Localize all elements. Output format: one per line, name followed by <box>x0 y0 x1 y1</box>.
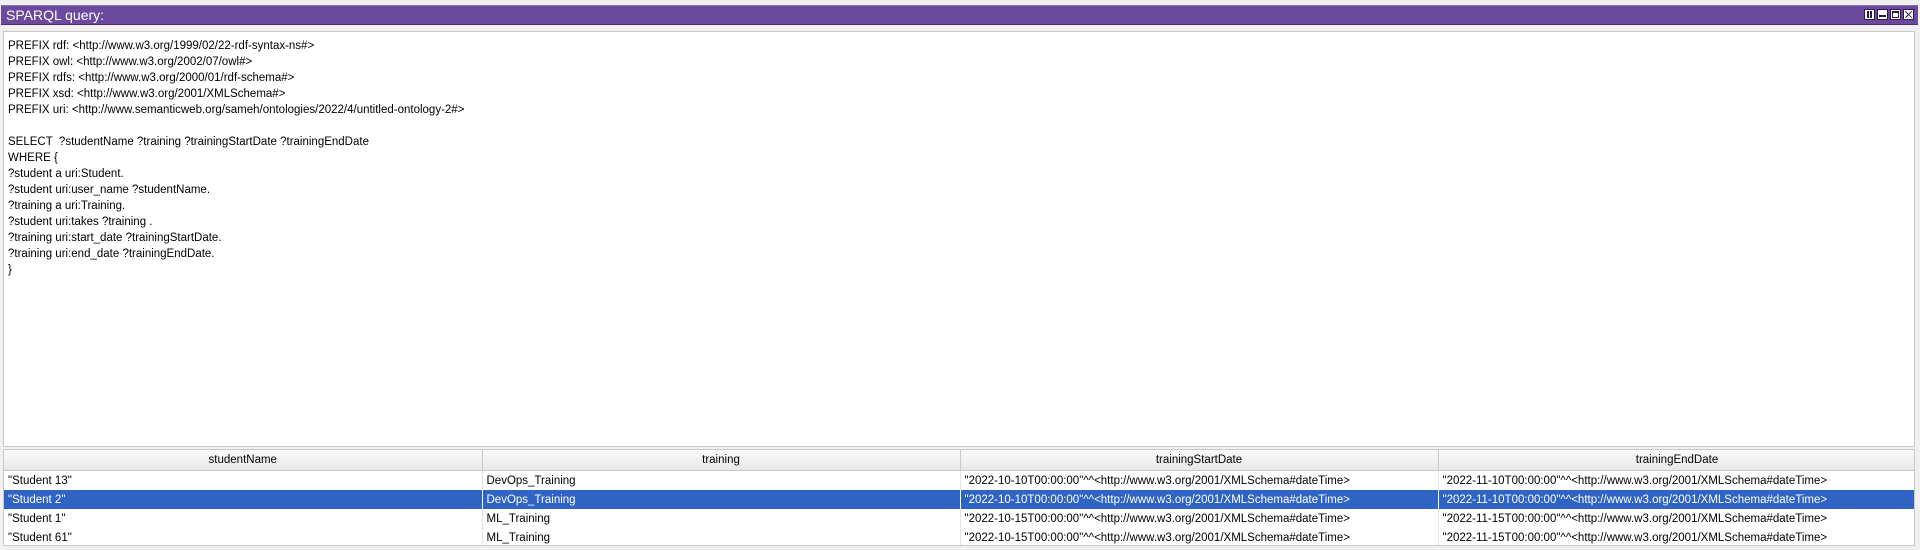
close-icon[interactable] <box>1903 9 1914 20</box>
cell-studentname: "Student 61" <box>4 528 483 545</box>
cell-trainingenddate: "2022-11-15T00:00:00"^^<http://www.w3.or… <box>1438 509 1914 528</box>
cell-trainingenddate: "2022-11-15T00:00:00"^^<http://www.w3.or… <box>1438 528 1914 545</box>
results-table: studentName training trainingStartDate t… <box>4 450 1914 545</box>
maximize-icon[interactable] <box>1890 9 1901 20</box>
window-title: SPARQL query: <box>6 7 105 23</box>
query-text[interactable]: PREFIX rdf: <http://www.w3.org/1999/02/2… <box>8 38 464 278</box>
cell-trainingstartdate: "2022-10-10T00:00:00"^^<http://www.w3.or… <box>960 490 1439 509</box>
results-table-panel: studentName training trainingStartDate t… <box>3 449 1915 546</box>
cell-trainingenddate: "2022-11-10T00:00:00"^^<http://www.w3.or… <box>1438 470 1914 490</box>
table-row[interactable]: "Student 1" ML_Training "2022-10-15T00:0… <box>4 509 1914 528</box>
cell-training: ML_Training <box>482 528 961 545</box>
cell-trainingstartdate: "2022-10-15T00:00:00"^^<http://www.w3.or… <box>960 528 1439 545</box>
cell-training: ML_Training <box>482 509 961 528</box>
column-header-trainingenddate[interactable]: trainingEndDate <box>1438 450 1914 471</box>
cell-training: DevOps_Training <box>482 490 961 509</box>
table-row[interactable]: "Student 61" ML_Training "2022-10-15T00:… <box>4 528 1914 545</box>
cell-studentname: "Student 13" <box>4 470 483 490</box>
minimize-icon[interactable] <box>1877 9 1888 20</box>
query-editor[interactable]: PREFIX rdf: <http://www.w3.org/1999/02/2… <box>3 31 1915 447</box>
table-row-selected[interactable]: "Student 2" DevOps_Training "2022-10-10T… <box>4 490 1914 509</box>
cell-trainingstartdate: "2022-10-15T00:00:00"^^<http://www.w3.or… <box>960 509 1439 528</box>
cell-trainingenddate: "2022-11-10T00:00:00"^^<http://www.w3.or… <box>1438 490 1914 509</box>
column-header-training[interactable]: training <box>482 450 961 471</box>
cell-training: DevOps_Training <box>482 470 961 490</box>
cell-trainingstartdate: "2022-10-10T00:00:00"^^<http://www.w3.or… <box>960 470 1439 490</box>
cell-studentname: "Student 2" <box>4 490 483 509</box>
tile-icon[interactable] <box>1864 9 1875 20</box>
title-bar[interactable]: SPARQL query: <box>1 5 1918 25</box>
window-controls <box>1864 9 1914 20</box>
header-row: studentName training trainingStartDate t… <box>4 450 1914 471</box>
cell-studentname: "Student 1" <box>4 509 483 528</box>
column-header-trainingstartdate[interactable]: trainingStartDate <box>960 450 1439 471</box>
sparql-query-window: SPARQL query: PREFIX rdf: <http://www.w3… <box>0 0 1920 550</box>
table-row[interactable]: "Student 13" DevOps_Training "2022-10-10… <box>4 470 1914 490</box>
column-header-studentname[interactable]: studentName <box>4 450 483 471</box>
